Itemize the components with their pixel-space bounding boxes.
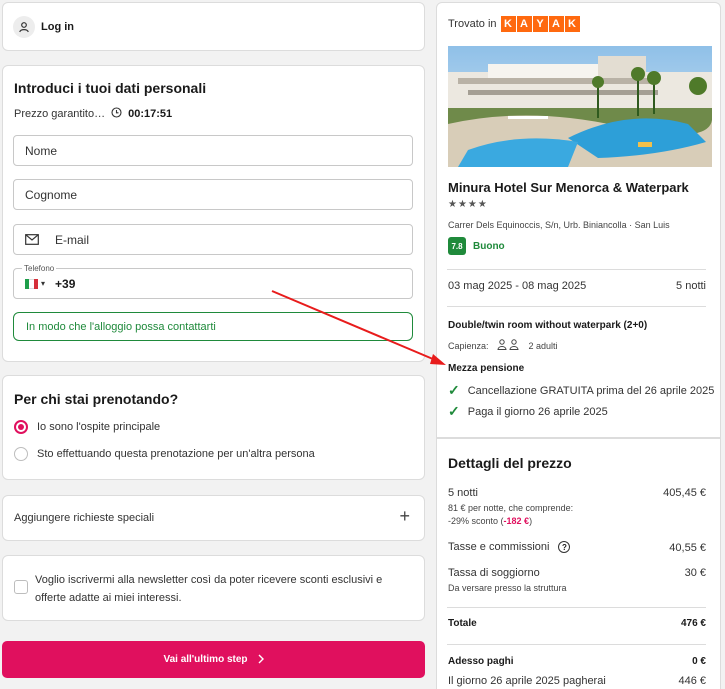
divider xyxy=(447,607,706,608)
newsletter-text: Voglio iscrivermi alla newsletter così d… xyxy=(35,574,383,604)
room-type: Double/twin room without waterpark (2+0) xyxy=(448,320,648,331)
login-button[interactable]: Log in xyxy=(13,16,74,38)
stay-tax-value: 30 € xyxy=(684,567,706,579)
perk-pay-later: ✓ Paga il giorno 26 aprile 2025 xyxy=(448,403,608,420)
pay-later-value: 446 € xyxy=(678,675,706,687)
clock-icon xyxy=(111,107,122,121)
checkmark-icon: ✓ xyxy=(448,382,460,398)
timer: 00:17:51 xyxy=(128,108,173,120)
pay-now-value: 0 € xyxy=(692,656,706,667)
price-guarantee: Prezzo garantito… 00:17:51 xyxy=(14,107,172,121)
taxes-value: 40,55 € xyxy=(669,542,706,554)
hotel-summary-card: Trovato in K A Y A K Minura Hotel Sur Me… xyxy=(436,2,721,438)
phone-hint-text: In modo che l'alloggio possa contattarti xyxy=(26,320,216,333)
booking-for-title: Per chi stai prenotando? xyxy=(14,391,179,407)
star-rating-icon: ★★★★ xyxy=(448,199,488,210)
per-night-text: 81 € per notte, che comprende: xyxy=(448,503,574,513)
capacity-label: Capienza: xyxy=(448,340,489,351)
personal-title: Introduci i tuoi dati personali xyxy=(14,80,207,96)
divider xyxy=(447,644,706,645)
country-selector[interactable]: ▾ xyxy=(25,278,46,289)
email-placeholder: E-mail xyxy=(55,232,90,247)
total-label: Totale xyxy=(448,618,477,629)
discount-value: -182 € xyxy=(503,516,530,526)
total-value: 476 € xyxy=(680,618,706,629)
price-details-card: Dettagli del prezzo 5 notti 405,45 € 81 … xyxy=(436,438,721,689)
two-people-icon xyxy=(496,339,521,352)
phone-hint: In modo che l'alloggio possa contattarti xyxy=(13,312,413,341)
option-main-guest[interactable]: Io sono l'ospite principale xyxy=(14,419,394,437)
surname-placeholder: Cognome xyxy=(25,187,78,202)
special-requests-label: Aggiungere richieste speciali xyxy=(14,512,155,524)
next-step-label: Vai all'ultimo step xyxy=(163,654,248,665)
capacity-value: 2 adulti xyxy=(528,340,558,351)
radio-selected[interactable] xyxy=(14,420,28,434)
surname-field[interactable]: Cognome xyxy=(13,179,413,210)
phone-field[interactable]: Telefono ▾ +39 xyxy=(13,264,413,299)
italy-flag-icon xyxy=(25,278,38,289)
divider xyxy=(447,269,706,270)
login-card: Log in xyxy=(2,2,425,51)
perk2-text: Paga il giorno 26 aprile 2025 xyxy=(467,405,608,418)
price-title: Dettagli del prezzo xyxy=(448,455,572,471)
chevron-right-icon xyxy=(258,651,264,669)
newsletter-checkbox[interactable] xyxy=(14,580,28,594)
score-label: Buono xyxy=(473,240,505,252)
guarantee-text: Prezzo garantito… xyxy=(14,108,106,120)
stay-dates: 03 mag 2025 - 08 mag 2025 xyxy=(448,280,587,292)
stay-nights: 5 notti xyxy=(676,280,706,292)
hotel-address: Carrer Dels Equinoccis, S/n, Urb. Binian… xyxy=(448,220,670,230)
nights-value: 405,45 € xyxy=(663,487,706,499)
name-field[interactable]: Nome xyxy=(13,135,413,166)
special-requests-card[interactable]: Aggiungere richieste speciali + xyxy=(2,495,425,541)
capacity: Capienza: 2 adulti xyxy=(448,339,558,352)
newsletter-card: Voglio iscrivermi alla newsletter così d… xyxy=(2,555,425,621)
pay-later-label: Il giorno 26 aprile 2025 pagherai xyxy=(448,675,606,687)
phone-prefix: +39 xyxy=(55,276,76,291)
checkmark-icon: ✓ xyxy=(448,403,460,419)
personal-data-card: Introduci i tuoi dati personali Prezzo g… xyxy=(2,65,425,362)
perk1-text: Cancellazione GRATUITA prima del 26 apri… xyxy=(467,384,715,397)
stay-tax-note: Da versare presso la struttura xyxy=(448,583,567,593)
envelope-icon xyxy=(25,234,39,245)
radio-unselected[interactable] xyxy=(14,447,28,461)
perk-free-cancellation: ✓ Cancellazione GRATUITA prima del 26 ap… xyxy=(448,382,714,399)
score-badge: 7.8 xyxy=(448,237,466,255)
pay-now-label: Adesso paghi xyxy=(448,656,514,667)
option-main-guest-label: Io sono l'ospite principale xyxy=(37,421,161,433)
found-in-label: Trovato in xyxy=(448,18,497,30)
taxes-row: Tasse e commissioni ? xyxy=(448,541,571,553)
found-in: Trovato in K A Y A K xyxy=(448,16,580,32)
option-other-person-label: Sto effettuando questa prenotazione per … xyxy=(37,448,315,460)
user-icon xyxy=(13,16,35,38)
email-field[interactable]: E-mail xyxy=(13,224,413,255)
login-label: Log in xyxy=(41,21,74,33)
hotel-name[interactable]: Minura Hotel Sur Menorca & Waterpark xyxy=(448,180,689,195)
next-step-button[interactable]: Vai all'ultimo step xyxy=(2,641,425,678)
chevron-down-icon: ▾ xyxy=(41,279,46,288)
review-score: 7.8 Buono xyxy=(448,237,505,255)
divider xyxy=(447,306,706,307)
discount-line: -29% sconto (-182 €) xyxy=(448,516,533,526)
board-type: Mezza pensione xyxy=(448,363,525,374)
hotel-photo[interactable] xyxy=(448,46,712,167)
taxes-label: Tasse e commissioni xyxy=(448,541,550,553)
stay-tax-label: Tassa di soggiorno xyxy=(448,567,540,579)
option-other-person[interactable]: Sto effettuando questa prenotazione per … xyxy=(14,446,414,464)
help-icon[interactable]: ? xyxy=(558,541,571,553)
nights-label: 5 notti xyxy=(448,487,478,499)
booking-for-card: Per chi stai prenotando? Io sono l'ospit… xyxy=(2,375,425,480)
plus-icon[interactable]: + xyxy=(399,506,410,527)
phone-label: Telefono xyxy=(22,264,57,273)
kayak-logo: K A Y A K xyxy=(500,16,580,32)
name-placeholder: Nome xyxy=(25,143,58,158)
